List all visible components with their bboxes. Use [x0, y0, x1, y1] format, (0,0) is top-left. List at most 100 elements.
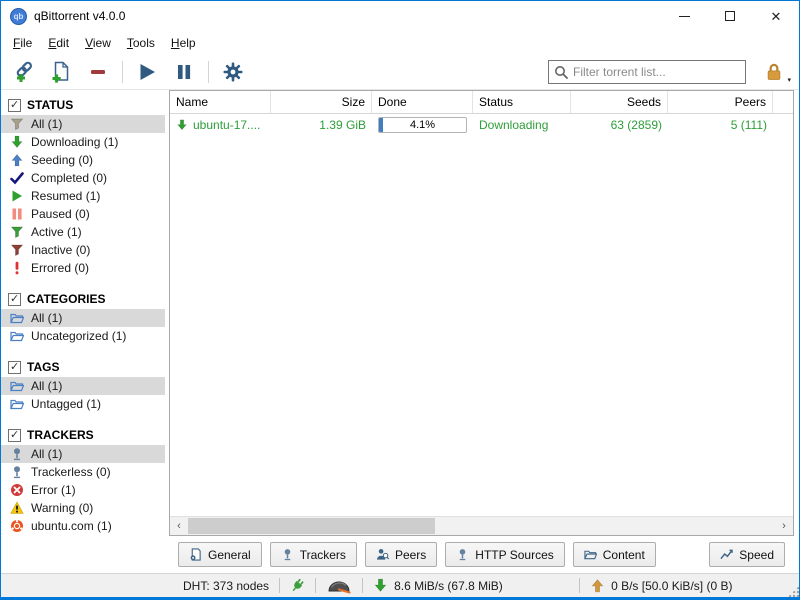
minimize-button[interactable]: [661, 1, 707, 31]
categories-checkbox[interactable]: [8, 293, 21, 306]
lock-button[interactable]: ▾: [765, 60, 787, 84]
resume-button[interactable]: [134, 59, 160, 85]
scrollbar-thumb[interactable]: [188, 518, 435, 534]
progress-percent: 4.1%: [379, 118, 466, 132]
speed-limit-gauge-icon[interactable]: [326, 578, 352, 594]
torrent-name: ubuntu-17....: [193, 118, 260, 132]
column-header-peers[interactable]: Peers: [668, 91, 773, 113]
column-header-size[interactable]: Size: [271, 91, 372, 113]
item-label: Inactive (0): [31, 243, 90, 257]
sidebar-item-status-all[interactable]: All (1): [1, 115, 165, 133]
add-link-icon: [13, 61, 35, 83]
tags-section-title: TAGS: [27, 360, 59, 374]
tab-label: Speed: [739, 548, 774, 562]
statusbar-separator: [579, 578, 580, 593]
sidebar-item-paused[interactable]: Paused (0): [1, 205, 165, 223]
filter-box: [548, 60, 746, 84]
categories-section-title: CATEGORIES: [27, 292, 105, 306]
delete-torrent-button[interactable]: [85, 59, 111, 85]
tab-label: HTTP Sources: [475, 548, 553, 562]
menu-edit[interactable]: Edit: [40, 33, 77, 53]
sidebar-item-tracker-warning[interactable]: Warning (0): [1, 499, 165, 517]
toolbar-separator: [208, 61, 209, 83]
sidebar-item-trackers-all[interactable]: All (1): [1, 445, 165, 463]
error-badge-icon: [10, 483, 24, 497]
add-torrent-link-button[interactable]: [11, 59, 37, 85]
add-torrent-file-button[interactable]: [48, 59, 74, 85]
sidebar-item-ubuntu-tracker[interactable]: ubuntu.com (1): [1, 517, 165, 535]
menu-help[interactable]: Help: [163, 33, 204, 53]
sidebar-item-completed[interactable]: Completed (0): [1, 169, 165, 187]
downloading-arrow-icon: [10, 135, 24, 149]
scroll-left-arrow[interactable]: ‹: [170, 517, 188, 535]
column-header-name[interactable]: Name: [170, 91, 271, 113]
menu-view[interactable]: View: [77, 33, 119, 53]
gear-icon: [222, 61, 244, 83]
menu-tools[interactable]: Tools: [119, 33, 163, 53]
sidebar-item-tracker-error[interactable]: Error (1): [1, 481, 165, 499]
tab-trackers[interactable]: Trackers: [270, 542, 357, 567]
sidebar-item-resumed[interactable]: Resumed (1): [1, 187, 165, 205]
close-button[interactable]: ✕: [753, 1, 799, 31]
torrent-status: Downloading: [473, 114, 571, 136]
scroll-right-arrow[interactable]: ›: [775, 517, 793, 535]
close-icon: ✕: [771, 10, 782, 23]
peers-person-icon: [376, 548, 389, 561]
resize-grip[interactable]: [788, 586, 799, 597]
filter-all-icon: [10, 117, 24, 131]
item-label: All (1): [31, 117, 62, 131]
tab-content[interactable]: Content: [573, 542, 656, 567]
scrollbar-track[interactable]: [188, 517, 775, 535]
statusbar-separator: [362, 578, 363, 593]
download-speed-segment[interactable]: 8.6 MiB/s (67.8 MiB): [373, 578, 569, 593]
sidebar-item-trackerless[interactable]: Trackerless (0): [1, 463, 165, 481]
upload-speed-segment[interactable]: 0 B/s [50.0 KiB/s] (0 B): [590, 578, 780, 593]
pause-button[interactable]: [171, 59, 197, 85]
torrent-size: 1.39 GiB: [271, 114, 372, 136]
sidebar-item-tags-all[interactable]: All (1): [1, 377, 165, 395]
tab-general[interactable]: General: [178, 542, 262, 567]
column-header-filler: [773, 91, 793, 113]
content-folder-icon: [584, 548, 597, 561]
sidebar-item-downloading[interactable]: Downloading (1): [1, 133, 165, 151]
categories-section-header: CATEGORIES: [1, 289, 165, 309]
speed-button[interactable]: Speed: [709, 542, 785, 567]
column-header-status[interactable]: Status: [473, 91, 571, 113]
menu-file[interactable]: File: [5, 33, 40, 53]
options-button[interactable]: [220, 59, 246, 85]
item-label: Paused (0): [31, 207, 90, 221]
ubuntu-badge-icon: [10, 519, 24, 533]
tab-peers[interactable]: Peers: [365, 542, 437, 567]
item-label: Errored (0): [31, 261, 89, 275]
sidebar-item-seeding[interactable]: Seeding (0): [1, 151, 165, 169]
sidebar-item-untagged[interactable]: Untagged (1): [1, 395, 165, 413]
sidebar-item-errored[interactable]: Errored (0): [1, 259, 165, 277]
sidebar-item-uncategorized[interactable]: Uncategorized (1): [1, 327, 165, 345]
torrent-peers: 5 (111): [668, 114, 773, 136]
status-checkbox[interactable]: [8, 99, 21, 112]
connection-plug-icon[interactable]: [290, 578, 305, 593]
trackers-checkbox[interactable]: [8, 429, 21, 442]
download-speed-text: 8.6 MiB/s (67.8 MiB): [394, 579, 503, 593]
column-header-seeds[interactable]: Seeds: [571, 91, 668, 113]
tab-http-sources[interactable]: HTTP Sources: [445, 542, 564, 567]
filter-torrent-input[interactable]: [573, 65, 740, 79]
torrent-row[interactable]: ubuntu-17.... 1.39 GiB 4.1% Downloading …: [170, 114, 793, 136]
sidebar-item-inactive[interactable]: Inactive (0): [1, 241, 165, 259]
status-section-title: STATUS: [27, 98, 73, 112]
sidebar-item-active[interactable]: Active (1): [1, 223, 165, 241]
progress-bar: 4.1%: [378, 117, 467, 133]
item-label: ubuntu.com (1): [31, 519, 112, 533]
column-header-done[interactable]: Done: [372, 91, 473, 113]
sidebar-item-categories-all[interactable]: All (1): [1, 309, 165, 327]
item-label: Uncategorized (1): [31, 329, 126, 343]
menu-bar: File Edit View Tools Help: [1, 31, 799, 54]
torrent-seeds: 63 (2859): [571, 114, 668, 136]
lock-icon: [765, 62, 783, 81]
tab-label: Peers: [395, 548, 426, 562]
item-label: Seeding (0): [31, 153, 93, 167]
lock-dropdown-caret-icon: ▾: [787, 76, 791, 84]
item-label: Trackerless (0): [31, 465, 111, 479]
tags-checkbox[interactable]: [8, 361, 21, 374]
maximize-button[interactable]: [707, 1, 753, 31]
